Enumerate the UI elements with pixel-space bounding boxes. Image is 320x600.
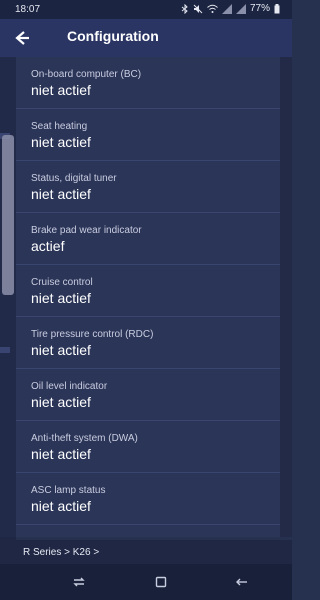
battery-icon <box>274 3 280 13</box>
item-label: ASC lamp status <box>31 485 106 496</box>
scroll-handle[interactable] <box>2 135 14 295</box>
item-value: niet actief <box>31 186 91 202</box>
item-label: Anti-theft system (DWA) <box>31 433 138 444</box>
list-item[interactable]: Seat heating niet actief <box>16 109 280 161</box>
recent-apps-icon <box>73 577 85 587</box>
breadcrumb-text[interactable]: R Series > K26 > <box>23 547 99 558</box>
list-item[interactable]: ASC lamp status niet actief <box>16 473 280 525</box>
mute-icon <box>193 4 203 13</box>
list-item[interactable]: On-board computer (BC) niet actief <box>16 57 280 109</box>
item-label: Seat heating <box>31 121 88 132</box>
item-value: niet actief <box>31 446 91 462</box>
breadcrumb: R Series > K26 > <box>16 540 292 564</box>
item-value: actief <box>31 238 65 254</box>
list-item[interactable]: Cruise control niet actief <box>16 265 280 317</box>
home-button[interactable] <box>152 573 170 591</box>
item-label: Tire pressure control (RDC) <box>31 329 154 340</box>
item-label: Status, digital tuner <box>31 173 117 184</box>
item-value: niet actief <box>31 290 91 306</box>
navigation-bar <box>0 564 292 600</box>
list-item-partial[interactable] <box>16 525 280 537</box>
list-item[interactable]: Status, digital tuner niet actief <box>16 161 280 213</box>
item-value: niet actief <box>31 134 91 150</box>
signal-icon <box>221 3 232 14</box>
page-title: Configuration <box>67 28 159 44</box>
app-bar: Configuration <box>0 19 292 57</box>
item-label: Brake pad wear indicator <box>31 225 142 236</box>
list-item[interactable]: Tire pressure control (RDC) niet actief <box>16 317 280 369</box>
status-time: 18:07 <box>15 4 41 15</box>
status-icons: 77% <box>181 3 280 14</box>
right-edge-panel <box>280 57 292 537</box>
item-value: niet actief <box>31 498 91 514</box>
item-label: Cruise control <box>31 277 93 288</box>
item-value: niet actief <box>31 342 91 358</box>
battery-percent: 77% <box>249 3 270 14</box>
left-edge-panel <box>0 57 16 537</box>
item-value: niet actief <box>31 82 91 98</box>
signal-icon-2 <box>235 3 246 14</box>
bluetooth-icon <box>181 3 188 14</box>
back-button[interactable] <box>10 27 32 49</box>
list-item[interactable]: Brake pad wear indicator actief <box>16 213 280 265</box>
configuration-list: On-board computer (BC) niet actief Seat … <box>16 57 280 537</box>
back-arrow-icon <box>15 31 29 45</box>
item-label: Oil level indicator <box>31 381 108 392</box>
recents-button[interactable] <box>70 573 88 591</box>
back-icon <box>236 578 247 586</box>
status-bar: 18:07 77% <box>0 0 292 19</box>
nav-back-button[interactable] <box>233 573 251 591</box>
list-item[interactable]: Oil level indicator niet actief <box>16 369 280 421</box>
item-value: niet actief <box>31 394 91 410</box>
list-item[interactable]: Anti-theft system (DWA) niet actief <box>16 421 280 473</box>
item-label: On-board computer (BC) <box>31 69 142 80</box>
wifi-icon <box>207 4 218 13</box>
home-icon <box>155 576 167 588</box>
